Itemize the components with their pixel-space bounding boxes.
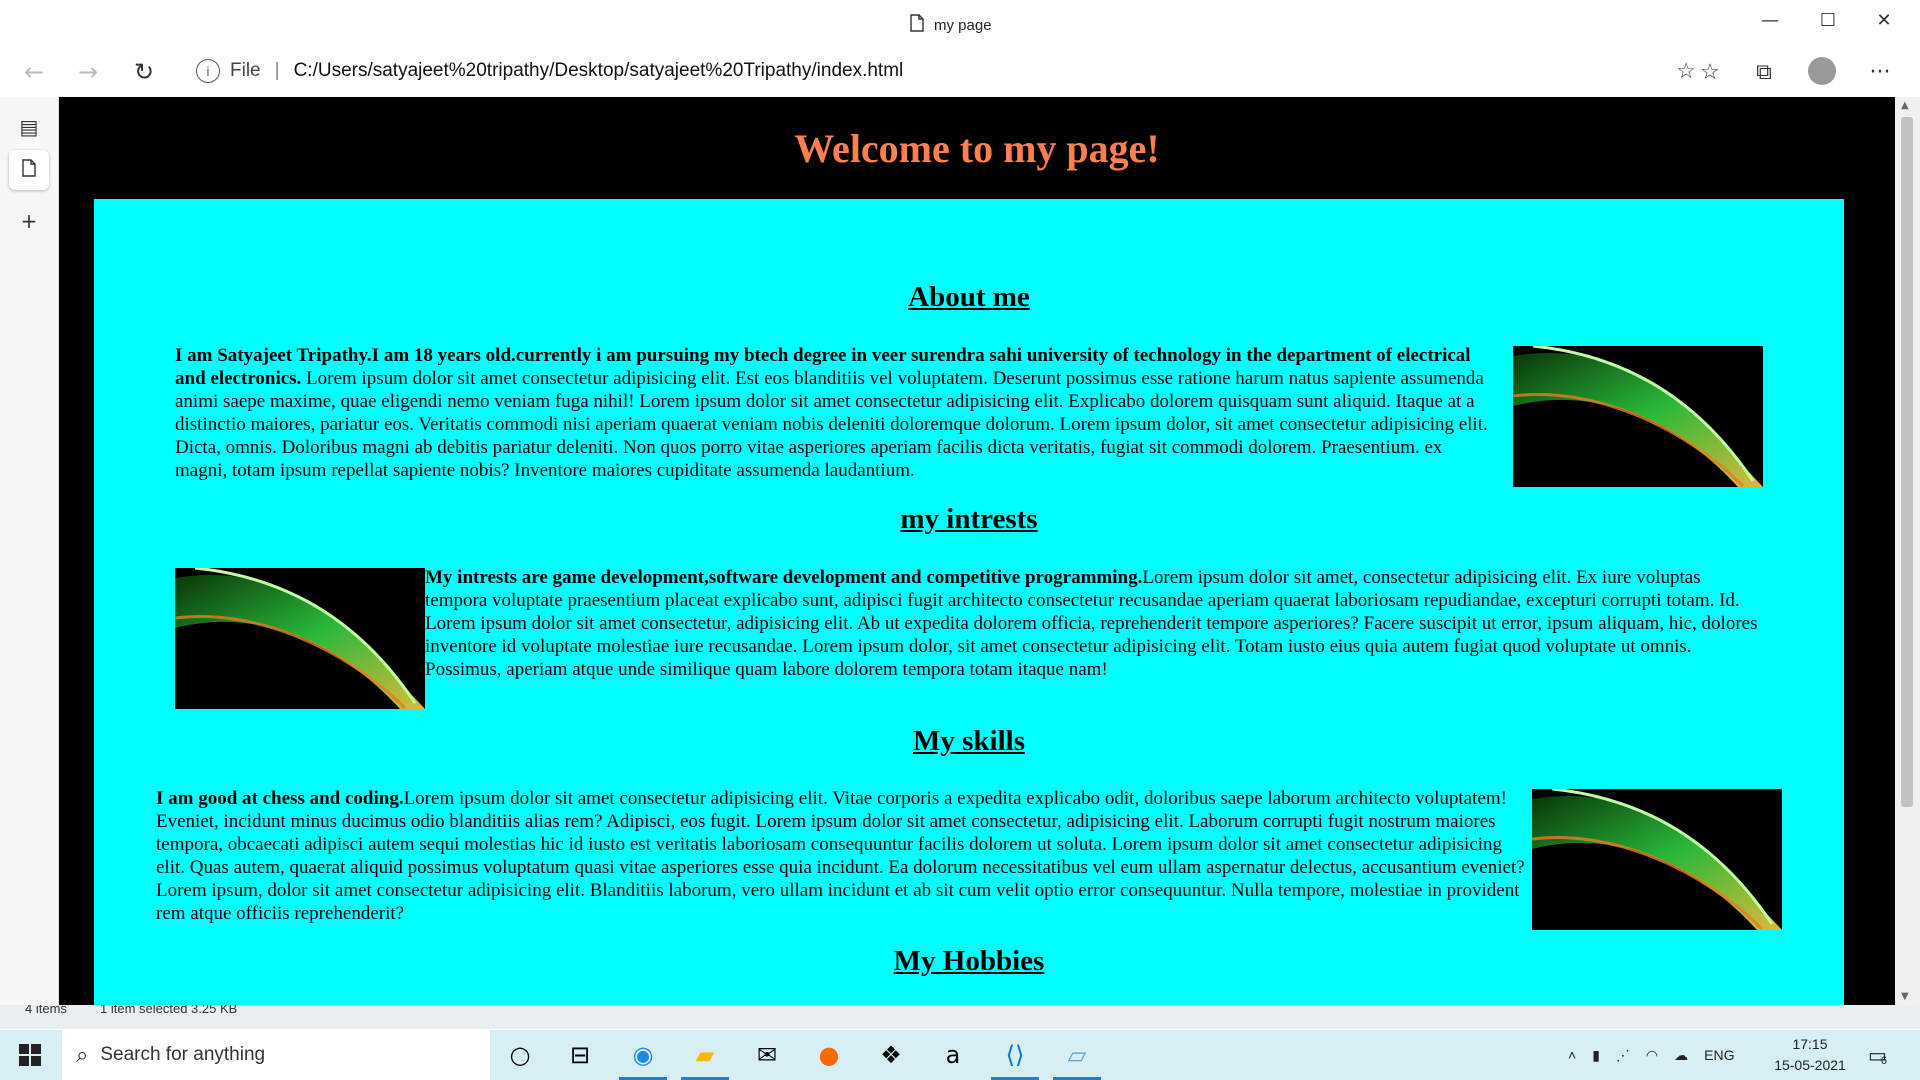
file-explorer-app[interactable]: ▰: [675, 1030, 735, 1080]
arrow-left-icon: ←: [23, 58, 45, 86]
vscode-icon: ⟨⟩: [1005, 1041, 1025, 1069]
refresh-icon: ↻: [133, 58, 155, 86]
window-title: my page: [910, 14, 992, 36]
wifi-icon[interactable]: ◠: [1646, 1047, 1658, 1064]
dropbox-icon: ❖: [880, 1041, 902, 1069]
task-view-button[interactable]: ⊟: [550, 1030, 610, 1080]
tab-actions-icon: ▤: [19, 115, 39, 139]
status-items: 4 items: [25, 1005, 67, 1016]
status-selected: 1 item selected 3.25 KB: [100, 1005, 238, 1016]
back-button[interactable]: ←: [14, 52, 54, 92]
edge-icon: ◉: [632, 1041, 654, 1069]
section-heading-about: About me: [908, 281, 1030, 313]
search-placeholder: Search for anything: [100, 1044, 266, 1065]
more-button[interactable]: ···: [1860, 52, 1900, 92]
scrollbar-thumb[interactable]: [1901, 117, 1913, 807]
cloud-icon[interactable]: ☁: [1674, 1047, 1688, 1064]
plus-icon: +: [20, 209, 38, 233]
notification-count: 6: [1880, 1055, 1888, 1067]
clock-time: 17:15: [1792, 1036, 1828, 1052]
interests-paragraph: My intrests are game development,softwar…: [425, 566, 1760, 681]
notification-button[interactable]: ▭ 6: [1868, 1030, 1887, 1080]
firefox-app[interactable]: ●: [799, 1030, 859, 1080]
skills-image: [1532, 789, 1782, 930]
explorer-status-bar: 4 items 1 item selected 3.25 KB: [0, 1005, 1920, 1029]
scroll-up-icon[interactable]: ▲: [1901, 100, 1909, 111]
skills-paragraph: I am good at chess and coding.Lorem ipsu…: [156, 787, 1531, 925]
address-bar[interactable]: i File | C:/Users/satyajeet%20tripathy/D…: [180, 51, 1710, 91]
skills-bold-text: I am good at chess and coding.: [156, 788, 404, 809]
taskbar: ⌕ Search for anything ○ ⊟ ◉ ▰ ✉ ● ❖ a ⟨⟩…: [0, 1030, 1920, 1080]
language-indicator[interactable]: ENG: [1704, 1047, 1734, 1063]
address-prefix: File: [230, 60, 261, 81]
notepad-app[interactable]: ▱: [1047, 1030, 1107, 1080]
search-icon: ⌕: [76, 1042, 89, 1067]
new-tab-button[interactable]: +: [9, 201, 49, 241]
chevron-up-icon[interactable]: ˄: [1568, 1047, 1576, 1063]
minimize-button[interactable]: —: [1742, 0, 1798, 40]
windows-icon: [19, 1044, 41, 1066]
edge-app[interactable]: ◉: [613, 1030, 673, 1080]
address-separator: |: [274, 60, 280, 81]
vscode-app[interactable]: ⟨⟩: [985, 1030, 1045, 1080]
tab-my-page[interactable]: [9, 150, 49, 190]
maximize-button[interactable]: ☐: [1800, 0, 1856, 40]
task-view-icon: ⊟: [569, 1041, 591, 1069]
interests-bold-text: My intrests are game development,softwar…: [425, 567, 1143, 588]
firefox-icon: ●: [818, 1041, 840, 1069]
arrow-right-icon: →: [77, 58, 99, 86]
amazon-app[interactable]: a: [923, 1030, 983, 1080]
page-title: Welcome to my page!: [794, 126, 1160, 171]
cortana-button[interactable]: ○: [490, 1030, 550, 1080]
page-icon: [910, 14, 924, 36]
vertical-tabs-sidebar: ▤ +: [0, 97, 59, 1005]
amazon-icon: a: [945, 1041, 961, 1069]
collections-icon: ⧉: [1756, 59, 1772, 85]
dropbox-app[interactable]: ❖: [861, 1030, 921, 1080]
close-button[interactable]: ✕: [1856, 0, 1912, 40]
title-bar: my page — ☐ ✕: [0, 0, 1920, 45]
collections-button[interactable]: ⧉: [1744, 52, 1784, 92]
system-tray: ˄ ▮ ⋰ ◠ ☁ ENG: [1568, 1030, 1734, 1080]
clock[interactable]: 17:15 15-05-2021: [1760, 1034, 1860, 1076]
section-heading-hobbies: My Hobbies: [893, 945, 1045, 977]
favorites-button[interactable]: ☆: [1690, 52, 1730, 92]
battery-icon[interactable]: ▮: [1592, 1047, 1600, 1064]
folder-icon: ▰: [695, 1041, 715, 1069]
network-icon[interactable]: ⋰: [1616, 1047, 1630, 1064]
window-title-text: my page: [934, 16, 992, 34]
tab-actions-button[interactable]: ▤: [9, 107, 49, 147]
mail-icon: ✉: [756, 1041, 778, 1069]
taskbar-search[interactable]: ⌕ Search for anything: [62, 1030, 490, 1080]
forward-button[interactable]: →: [68, 52, 108, 92]
clock-date: 15-05-2021: [1774, 1057, 1846, 1073]
notepad-icon: ▱: [1067, 1041, 1087, 1069]
section-heading-skills: My skills: [913, 725, 1025, 757]
info-icon[interactable]: i: [196, 59, 220, 83]
cortana-icon: ○: [509, 1041, 531, 1069]
vertical-scrollbar[interactable]: ▲ ▼: [1895, 97, 1920, 1005]
page-viewport: Welcome to my page! About me I am Satyaj…: [59, 97, 1895, 1005]
about-image: [1513, 346, 1763, 487]
mail-app[interactable]: ✉: [737, 1030, 797, 1080]
favorites-icon: ☆: [1700, 59, 1720, 85]
profile-avatar[interactable]: [1808, 57, 1836, 85]
scroll-down-icon[interactable]: ▼: [1901, 991, 1909, 1002]
about-paragraph: I am Satyajeet Tripathy.I am 18 years ol…: [175, 344, 1490, 482]
interests-image: [175, 568, 425, 709]
section-heading-interests: my intrests: [900, 503, 1038, 535]
refresh-button[interactable]: ↻: [124, 52, 164, 92]
address-url[interactable]: C:/Users/satyajeet%20tripathy/Desktop/sa…: [294, 60, 904, 82]
about-body-text: Lorem ipsum dolor sit amet consectetur a…: [175, 368, 1488, 481]
content-panel: About me I am Satyajeet Tripathy.I am 18…: [94, 199, 1844, 1005]
start-button[interactable]: [0, 1030, 60, 1080]
browser-toolbar: ← → ↻ i File | C:/Users/satyajeet%20trip…: [0, 45, 1920, 97]
page-icon: [22, 158, 36, 182]
